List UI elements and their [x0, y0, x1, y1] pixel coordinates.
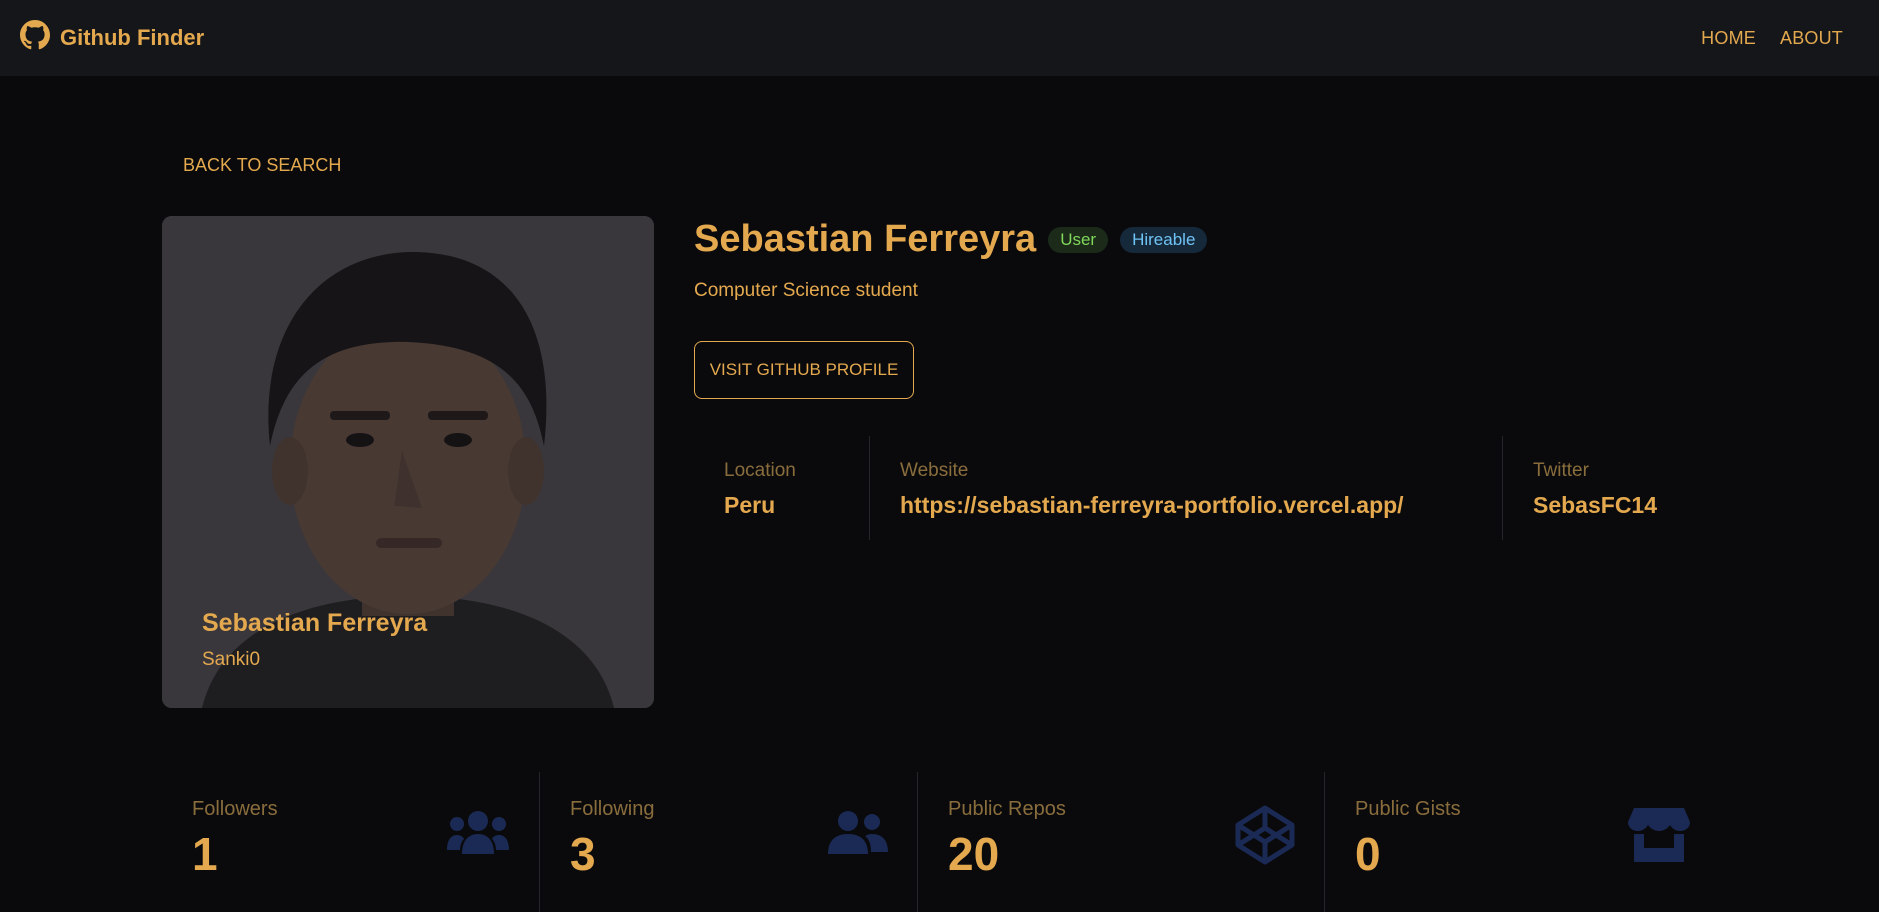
stat-public-repos: Public Repos 20 [918, 772, 1325, 912]
avatar-name: Sebastian Ferreyra [202, 609, 428, 637]
codepen-icon [1235, 805, 1295, 865]
hireable-badge: Hireable [1120, 226, 1208, 253]
back-to-search-button[interactable]: BACK TO SEARCH [183, 155, 341, 176]
github-icon [20, 20, 50, 56]
info-twitter: Twitter SebasFC14 [1503, 436, 1734, 540]
avatar-card: Sebastian Ferreyra Sanki0 [162, 216, 654, 708]
visit-github-profile-button[interactable]: VISIT GITHUB PROFILE [694, 341, 914, 399]
nav-links: HOME ABOUT [1701, 28, 1859, 49]
nav-home-link[interactable]: HOME [1701, 28, 1756, 49]
user-friends-icon [828, 811, 888, 854]
info-label: Twitter [1533, 460, 1589, 481]
nav-about-link[interactable]: ABOUT [1780, 28, 1843, 49]
stats-row: Followers 1 Following 3 Public Repos 20 [162, 772, 1722, 912]
users-icon [447, 811, 509, 854]
info-location: Location Peru [694, 436, 870, 540]
profile-header: Sebastian Ferreyra User Hireable [694, 218, 1208, 261]
stat-public-gists: Public Gists 0 [1325, 772, 1722, 912]
info-row: Location Peru Website https://sebastian-… [694, 436, 1734, 540]
profile-name: Sebastian Ferreyra [694, 218, 1037, 260]
user-type-badge: User [1048, 226, 1109, 253]
stat-followers: Followers 1 [162, 772, 540, 912]
avatar-login: Sanki0 [202, 649, 261, 670]
website-link[interactable]: https://sebastian-ferreyra-portfolio.ver… [900, 492, 1472, 519]
info-label: Location [724, 460, 796, 481]
info-value: Peru [724, 492, 776, 518]
info-label: Website [900, 460, 969, 481]
profile-bio: Computer Science student [694, 280, 918, 301]
twitter-link[interactable]: SebasFC14 [1533, 492, 1704, 519]
brand-title: Github Finder [60, 25, 205, 50]
stat-following: Following 3 [540, 772, 918, 912]
info-website: Website https://sebastian-ferreyra-portf… [870, 436, 1503, 540]
brand[interactable]: Github Finder [20, 20, 204, 56]
navbar: Github Finder HOME ABOUT [0, 0, 1879, 76]
store-icon [1628, 808, 1690, 862]
